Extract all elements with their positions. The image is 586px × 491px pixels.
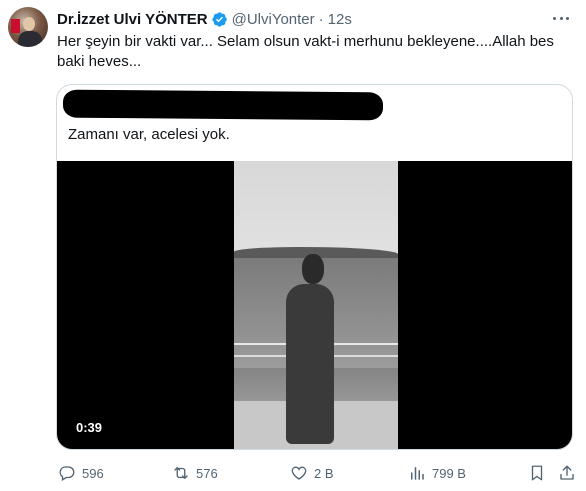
bookmark-icon <box>528 464 546 482</box>
verified-badge-icon <box>211 11 228 28</box>
action-bar: 596 576 2 B 799 B <box>56 462 576 484</box>
video-person-coat <box>286 284 334 444</box>
author-handle[interactable]: @UlviYonter <box>232 11 315 28</box>
retweet-button[interactable]: 576 <box>172 462 218 484</box>
tweet: Dr.İzzet Ulvi YÖNTER @UlviYonter · 12s H… <box>0 0 586 491</box>
views-button[interactable]: 799 B <box>408 462 466 484</box>
video-duration: 0:39 <box>76 420 103 435</box>
views-count: 799 B <box>432 465 466 481</box>
author-name[interactable]: Dr.İzzet Ulvi YÖNTER <box>57 11 208 28</box>
quoted-tweet-text: Zamanı var, acelesi yok. <box>68 126 230 143</box>
share-button[interactable] <box>558 462 576 484</box>
separator-dot: · <box>318 10 324 28</box>
tweet-time[interactable]: 12s <box>328 11 352 28</box>
more-icon[interactable] <box>551 10 571 26</box>
video-person-head <box>302 254 324 284</box>
redaction-bar <box>63 89 383 121</box>
retweet-icon <box>172 464 190 482</box>
bookmark-button[interactable] <box>528 462 546 484</box>
like-count: 2 B <box>314 465 334 481</box>
views-icon <box>408 464 426 482</box>
avatar-flag <box>11 19 20 33</box>
avatar[interactable] <box>8 7 48 47</box>
reply-count: 596 <box>82 465 104 481</box>
like-button[interactable]: 2 B <box>290 462 334 484</box>
video-player[interactable]: 0:39 <box>57 161 572 449</box>
reply-icon <box>58 464 76 482</box>
video-frame <box>234 161 398 449</box>
retweet-count: 576 <box>196 465 218 481</box>
video-person <box>280 246 340 446</box>
tweet-header: Dr.İzzet Ulvi YÖNTER @UlviYonter · 12s <box>57 9 352 29</box>
avatar-suit <box>18 31 42 47</box>
reply-button[interactable]: 596 <box>58 462 104 484</box>
quoted-tweet[interactable]: Zamanı var, acelesi yok. 0:39 <box>56 84 573 450</box>
tweet-text: Her şeyin bir vakti var... Selam olsun v… <box>57 33 554 70</box>
share-icon <box>558 464 576 482</box>
like-icon <box>290 464 308 482</box>
avatar-face <box>23 17 35 31</box>
